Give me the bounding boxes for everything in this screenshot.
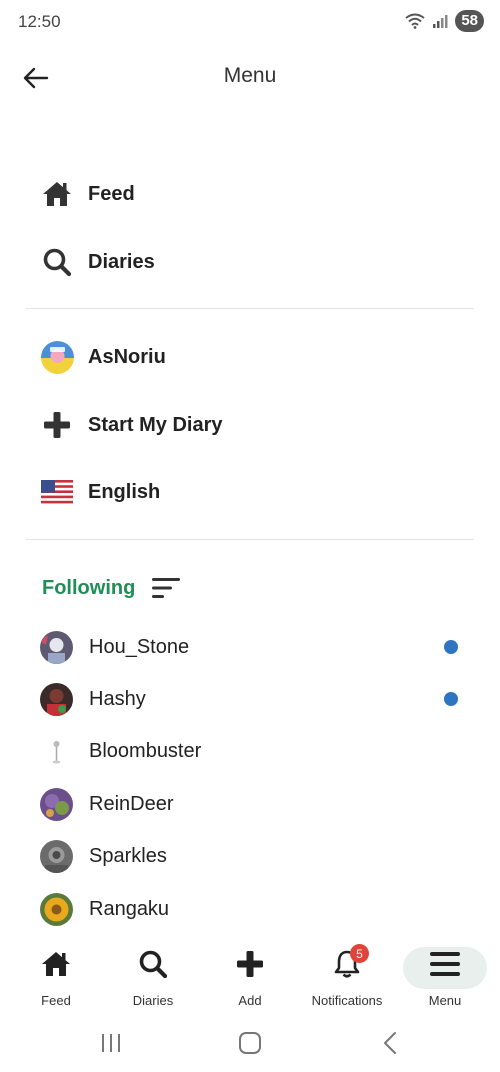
wifi-icon xyxy=(405,13,425,29)
search-icon xyxy=(40,245,74,279)
menu-item-profile[interactable]: AsNoriu xyxy=(40,337,166,377)
avatar xyxy=(40,787,73,821)
hamburger-icon xyxy=(429,944,461,984)
tab-label: Feed xyxy=(41,993,71,1008)
plus-icon xyxy=(236,944,264,984)
menu-item-language[interactable]: English xyxy=(40,472,160,512)
status-time: 12:50 xyxy=(18,12,61,31)
tab-diaries[interactable]: Diaries xyxy=(108,944,198,1012)
system-nav-bar xyxy=(0,1014,500,1072)
menu-item-label: English xyxy=(88,480,161,503)
unread-indicator xyxy=(444,640,458,654)
bottom-nav: Feed Diaries Add 5 Notifications Menu xyxy=(0,940,500,1014)
signal-icon xyxy=(433,15,448,28)
following-item-bloombuster[interactable]: Bloombuster xyxy=(40,733,470,769)
sort-icon[interactable] xyxy=(151,575,183,601)
avatar xyxy=(40,892,73,926)
chevron-left-icon xyxy=(384,1032,396,1054)
notification-badge: 5 xyxy=(350,944,369,963)
following-item-hashy[interactable]: Hashy xyxy=(40,681,470,717)
top-bar: Menu xyxy=(0,52,500,102)
following-item-rangaku[interactable]: Rangaku xyxy=(40,891,470,927)
following-label: Following xyxy=(42,576,136,599)
recent-apps-icon xyxy=(102,1034,120,1052)
menu-item-label: Diaries xyxy=(88,250,155,273)
following-item-sparkles[interactable]: Sparkles xyxy=(40,838,470,874)
following-item-reindeer[interactable]: ReinDeer xyxy=(40,786,470,822)
tab-label: Menu xyxy=(428,993,462,1008)
following-name: Hou_Stone xyxy=(89,635,190,658)
status-icons: 58 xyxy=(405,10,484,32)
following-header: Following xyxy=(42,572,183,604)
menu-item-start-diary[interactable]: Start My Diary xyxy=(40,405,223,445)
search-icon xyxy=(138,944,168,984)
menu-item-diaries[interactable]: Diaries xyxy=(40,242,155,282)
following-name: ReinDeer xyxy=(89,792,174,815)
home-icon xyxy=(41,944,71,984)
tab-add[interactable]: Add xyxy=(205,944,295,1012)
tab-label: Add xyxy=(238,993,262,1008)
following-name: Hashy xyxy=(89,687,146,710)
following-item-hou-stone[interactable]: Hou_Stone xyxy=(40,629,470,665)
avatar xyxy=(40,630,73,664)
bell-icon: 5 xyxy=(332,944,369,984)
avatar xyxy=(40,734,73,768)
following-name: Rangaku xyxy=(89,897,170,920)
menu-item-label: Feed xyxy=(88,182,135,205)
menu-item-label: Start My Diary xyxy=(88,413,223,436)
home-icon xyxy=(40,177,74,211)
status-bar: 12:50 58 xyxy=(0,0,500,44)
plus-icon xyxy=(40,408,74,442)
following-name: Sparkles xyxy=(89,844,167,867)
tab-feed[interactable]: Feed xyxy=(11,944,101,1012)
unread-indicator xyxy=(444,692,458,706)
divider xyxy=(26,308,474,309)
tab-label: Diaries xyxy=(132,993,174,1008)
tab-notifications[interactable]: 5 Notifications xyxy=(302,944,392,1012)
us-flag-icon xyxy=(40,475,74,509)
system-back-button[interactable] xyxy=(370,1028,410,1058)
avatar xyxy=(40,682,73,716)
home-square-icon xyxy=(239,1032,261,1054)
tab-menu[interactable]: Menu xyxy=(400,944,490,1012)
menu-item-feed[interactable]: Feed xyxy=(40,174,135,214)
battery-indicator: 58 xyxy=(455,10,484,32)
page-title: Menu xyxy=(223,64,277,87)
home-button[interactable] xyxy=(230,1028,270,1058)
menu-item-label: AsNoriu xyxy=(88,345,166,368)
divider xyxy=(26,539,474,540)
recent-apps-button[interactable] xyxy=(91,1028,131,1058)
avatar xyxy=(40,340,74,374)
tab-label: Notifications xyxy=(311,993,383,1008)
avatar xyxy=(40,839,73,873)
following-name: Bloombuster xyxy=(89,739,202,762)
